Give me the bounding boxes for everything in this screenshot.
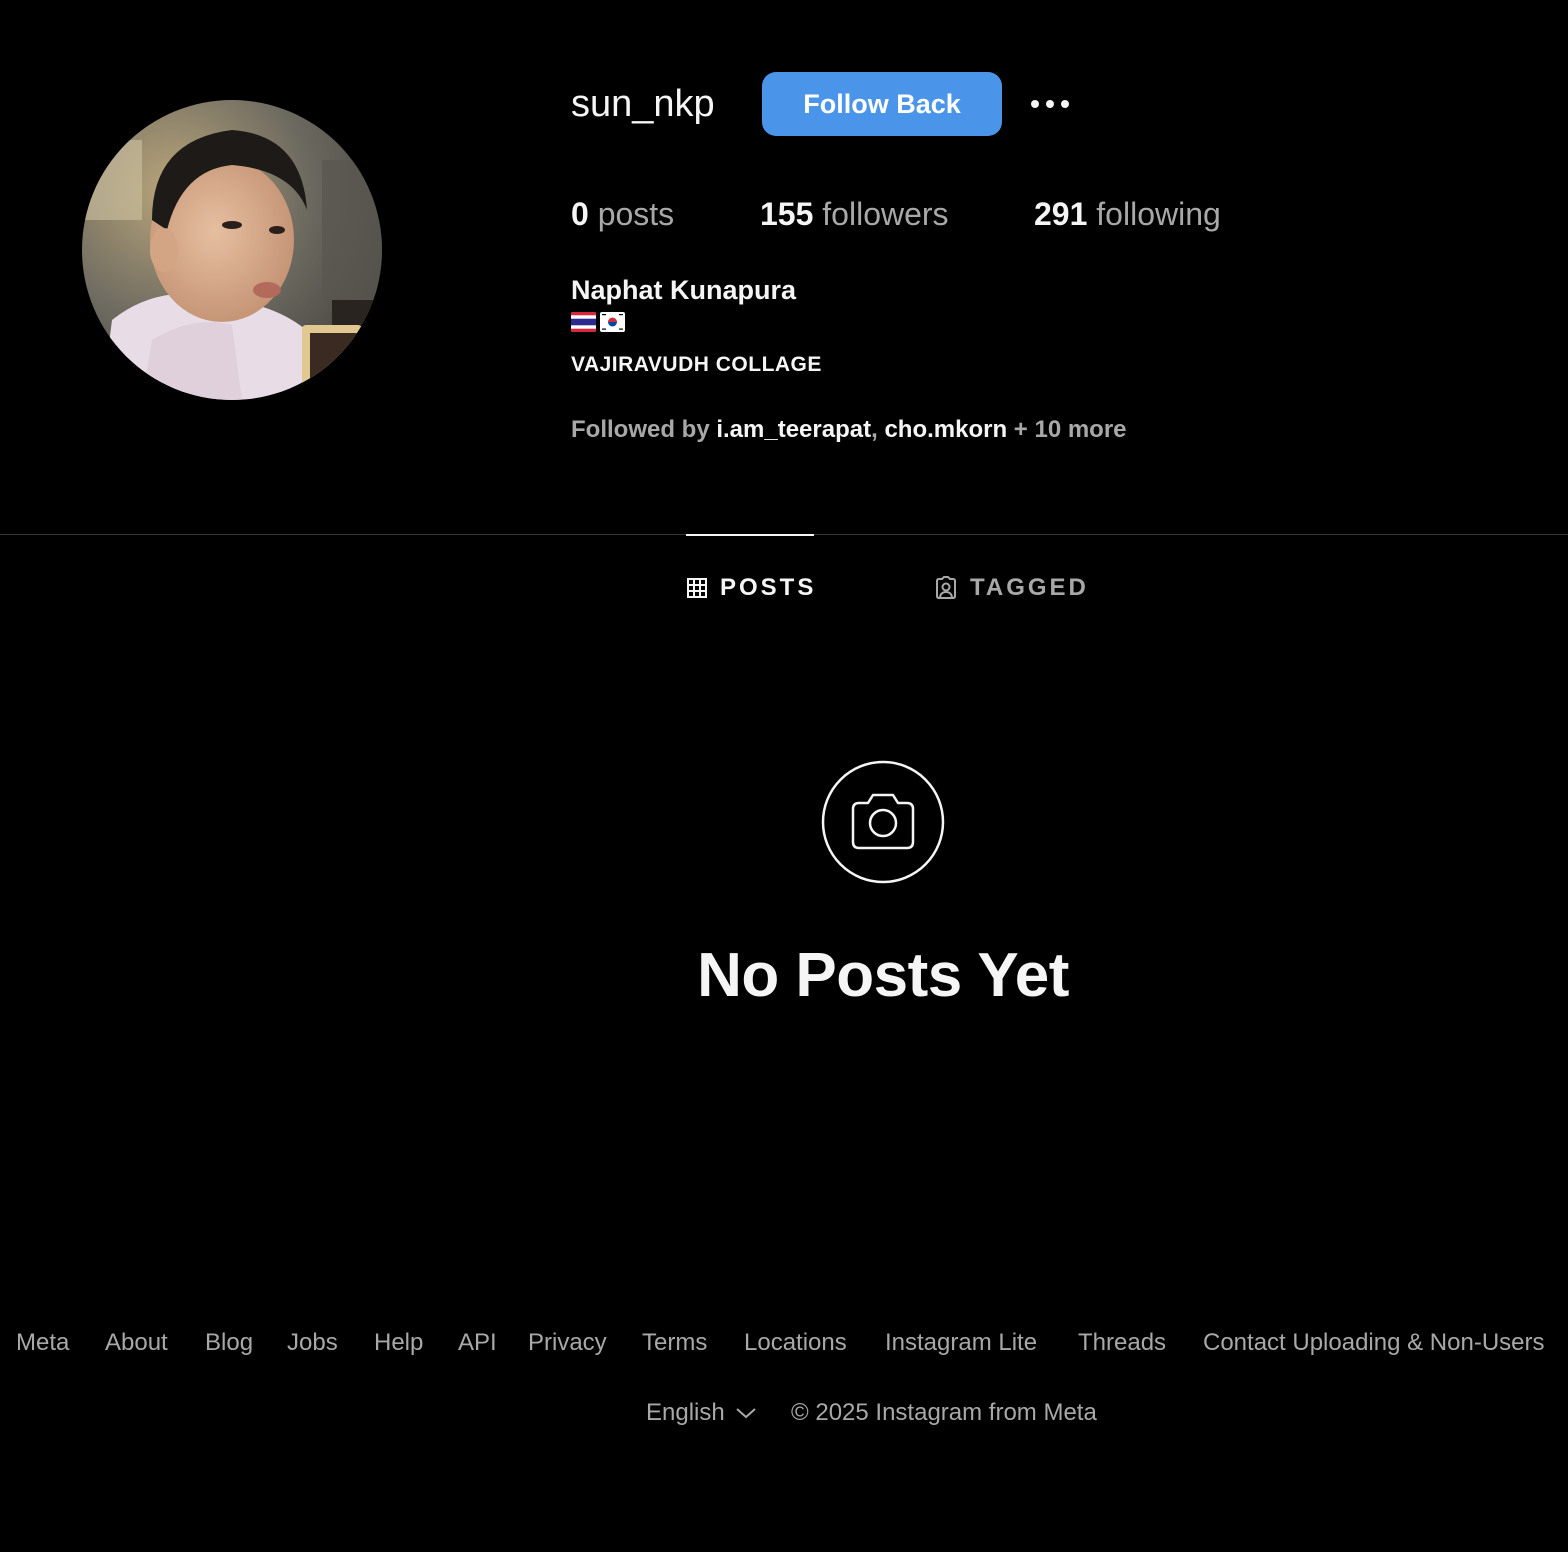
footer-link-terms[interactable]: Terms: [642, 1326, 707, 1360]
following-stat[interactable]: 291 following: [1034, 192, 1221, 236]
tab-tagged[interactable]: TAGGED: [934, 570, 1089, 606]
footer-link-meta[interactable]: Meta: [16, 1326, 69, 1360]
followed-by-suffix: + 10 more: [1007, 416, 1127, 443]
following-count: 291: [1034, 196, 1088, 232]
followed-by-user[interactable]: i.am_teerapat: [716, 416, 871, 443]
thailand-flag-icon: [571, 312, 596, 332]
language-selector[interactable]: English: [646, 1396, 757, 1430]
tab-tagged-label: TAGGED: [970, 574, 1089, 601]
chevron-down-icon: [736, 1408, 756, 1419]
footer-link-blog[interactable]: Blog: [205, 1326, 253, 1360]
profile-username: sun_nkp: [571, 83, 715, 125]
copyright-text: © 2025 Instagram from Meta: [791, 1399, 1097, 1426]
tab-posts-label: POSTS: [720, 574, 817, 601]
followers-label: followers: [813, 196, 949, 232]
south-korea-flag-icon: [600, 312, 625, 332]
footer-link-locations[interactable]: Locations: [744, 1326, 847, 1360]
posts-stat: 0 posts: [571, 192, 674, 236]
followers-count: 155: [760, 196, 814, 232]
footer-link-about[interactable]: About: [105, 1326, 168, 1360]
following-label: following: [1087, 196, 1221, 232]
empty-state-title: No Posts Yet: [697, 941, 1069, 1010]
footer-link-help[interactable]: Help: [374, 1326, 423, 1360]
grid-icon: [687, 578, 707, 598]
footer-link-contact-uploading[interactable]: Contact Uploading & Non-Users: [1203, 1326, 1545, 1360]
more-options-icon[interactable]: [1026, 88, 1074, 120]
followed-by-prefix: Followed by: [571, 416, 717, 443]
followed-by[interactable]: Followed by i.am_teerapat, cho.mkorn + 1…: [571, 414, 1127, 446]
profile-page: sun_nkp Follow Back 0 posts 155 follower…: [0, 0, 1568, 1552]
footer-link-api[interactable]: API: [458, 1326, 497, 1360]
tab-posts[interactable]: POSTS: [686, 570, 816, 606]
followed-by-user[interactable]: cho.mkorn: [884, 416, 1007, 443]
tagged-user-icon: [936, 576, 956, 599]
avatar-photo: [82, 100, 382, 400]
dot: [1031, 100, 1039, 108]
footer-link-privacy[interactable]: Privacy: [528, 1326, 607, 1360]
posts-count: 0: [571, 196, 589, 232]
language-label: English: [646, 1399, 725, 1426]
active-tab-indicator: [686, 534, 814, 536]
dot: [1061, 100, 1069, 108]
profile-avatar[interactable]: [82, 100, 382, 400]
footer-link-threads[interactable]: Threads: [1078, 1326, 1166, 1360]
camera-icon: [821, 760, 945, 884]
footer-link-jobs[interactable]: Jobs: [287, 1326, 338, 1360]
follow-back-button[interactable]: Follow Back: [762, 72, 1002, 136]
bio-text: VAJIRAVUDH COLLAGE: [571, 353, 822, 376]
dot: [1046, 100, 1054, 108]
posts-label: posts: [588, 196, 675, 232]
footer-link-instagram-lite[interactable]: Instagram Lite: [885, 1326, 1037, 1360]
bio-flags: [571, 312, 625, 332]
followed-by-separator: ,: [871, 416, 885, 443]
followers-stat[interactable]: 155 followers: [760, 192, 949, 236]
profile-full-name: Naphat Kunapura: [571, 275, 797, 305]
